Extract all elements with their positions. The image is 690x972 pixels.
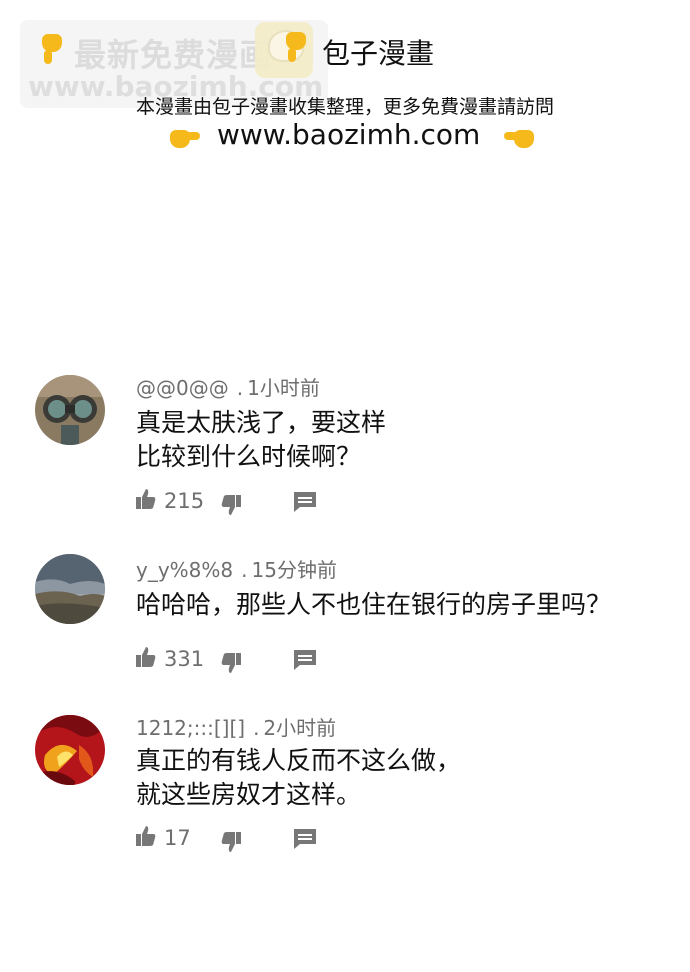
pointing-down-hand-icon [38, 34, 66, 64]
comment-actions: 215 [136, 488, 336, 516]
username[interactable]: 1212;:::[][] [136, 716, 245, 740]
pointing-down-hand-icon [282, 32, 310, 62]
thumbs-down-icon[interactable] [221, 831, 241, 853]
comment-text: 真是太肤浅了，要这样 比较到什么时候啊？ [136, 406, 386, 474]
timestamp: 1小时前 [247, 376, 320, 400]
thumbs-up-icon[interactable] [136, 825, 156, 847]
comment-line: 真是太肤浅了，要这样 [136, 408, 387, 437]
like-count: 17 [164, 826, 191, 850]
separator: . [241, 558, 248, 582]
comment-author[interactable]: 1212;:::[][]. 2小时前 [136, 712, 336, 741]
like-count: 331 [164, 647, 205, 671]
username[interactable]: y_y%8%8 [136, 558, 233, 582]
reply-icon[interactable] [294, 650, 316, 670]
thumbs-up-icon[interactable] [136, 488, 156, 510]
comment-line: 就这些房奴才这样。 [136, 780, 362, 809]
binoculars-avatar[interactable] [35, 375, 105, 445]
pointing-left-hand-icon [504, 122, 534, 150]
thumbs-down-icon[interactable] [221, 494, 241, 516]
comment-line: 比较到什么时候啊？ [136, 442, 362, 471]
username[interactable]: @@0@@ [136, 376, 229, 400]
landscape-avatar[interactable] [35, 554, 105, 624]
comment-author[interactable]: @@0@@. 1小时前 [136, 372, 320, 401]
timestamp: 2小时前 [263, 716, 337, 740]
source-notice: 本漫畫由包子漫畫收集整理，更多免費漫畫請訪問 [135, 96, 554, 118]
site-name: 包子漫畫 [322, 37, 435, 70]
comment-actions: 331 [136, 646, 336, 674]
pointing-right-hand-icon [170, 122, 200, 150]
comment-author[interactable]: y_y%8%8. 15分钟前 [136, 554, 337, 583]
comment-line: 真正的有钱人反而不这么做， [136, 746, 462, 775]
comment-text: 真正的有钱人反而不这么做， 就这些房奴才这样。 [136, 744, 461, 812]
thumbs-up-icon[interactable] [136, 646, 156, 668]
separator: . [253, 716, 260, 740]
comment-actions: 17 [136, 825, 336, 853]
separator: . [236, 376, 244, 400]
site-url-link[interactable]: www.baozimh.com [217, 118, 480, 151]
thumbs-down-icon[interactable] [221, 652, 241, 674]
like-count: 215 [164, 489, 205, 513]
reply-icon[interactable] [294, 829, 316, 849]
timestamp: 15分钟前 [251, 558, 337, 582]
reply-icon[interactable] [294, 492, 316, 512]
comment-line: 哈哈哈，那些人不也住在银行的房子里吗？ [136, 590, 612, 619]
abstract-red-avatar[interactable] [35, 715, 105, 785]
comment-text: 哈哈哈，那些人不也住在银行的房子里吗？ [136, 588, 611, 622]
